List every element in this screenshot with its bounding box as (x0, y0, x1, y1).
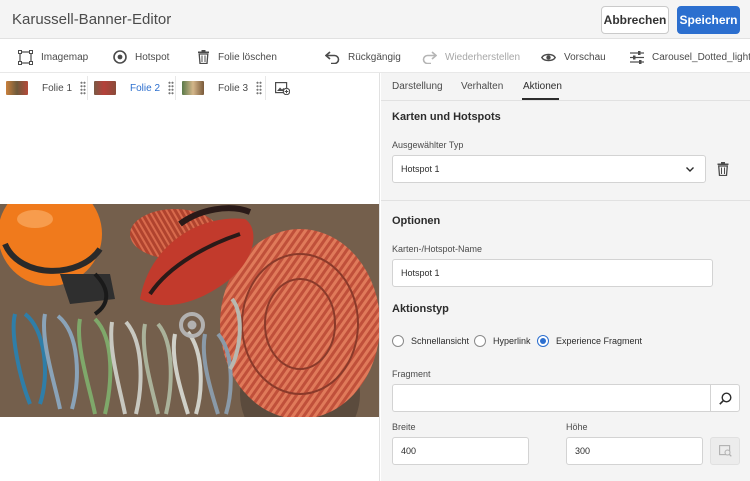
slide-thumbnail (182, 81, 204, 95)
radio-label: Hyperlink (493, 336, 531, 346)
hotspot-button[interactable]: Hotspot (113, 49, 169, 65)
imagemap-label: Imagemap (41, 51, 89, 63)
slide-image[interactable] (0, 204, 379, 417)
redo-icon (422, 50, 437, 64)
selected-type-value: Hotspot 1 (401, 164, 440, 174)
app-header: Karussell-Banner-Editor Abbrechen Speich… (0, 0, 750, 39)
radio-label: Experience Fragment (556, 336, 643, 346)
radio-schnellansicht[interactable]: Schnellansicht (392, 335, 469, 347)
radio-circle (392, 335, 404, 347)
climbing-gear-image (0, 204, 379, 417)
slide-thumbnail (94, 81, 116, 95)
search-icon (718, 391, 732, 405)
preview-label: Vorschau (564, 51, 606, 63)
eye-icon (541, 53, 556, 61)
fragment-input[interactable] (392, 384, 711, 412)
drag-handle-icon[interactable] (256, 81, 263, 95)
slide-divider (265, 76, 266, 100)
action-type-section-title: Aktionstyp (392, 303, 449, 315)
fragment-search-button[interactable] (710, 384, 740, 412)
cards-section-title: Karten und Hotspots (392, 111, 501, 123)
preview-button[interactable]: Vorschau (541, 49, 606, 65)
save-button[interactable]: Speichern (677, 6, 740, 34)
delete-hotspot-icon[interactable] (717, 162, 729, 176)
preset-button[interactable]: Carousel_Dotted_light (630, 49, 750, 65)
drag-handle-icon[interactable] (80, 81, 87, 95)
trash-icon (198, 50, 209, 64)
radio-experience-fragment[interactable]: Experience Fragment (537, 335, 642, 347)
redo-label: Wiederherstellen (445, 51, 521, 63)
canvas-area: Folie 1 Folie 2 Folie 3 (0, 73, 380, 481)
hotspot-name-input[interactable]: Hotspot 1 (392, 259, 713, 287)
preset-label: Carousel_Dotted_light (652, 51, 750, 63)
fragment-label: Fragment (392, 369, 431, 379)
slide-tab-3[interactable]: Folie 3 (182, 73, 263, 103)
redo-button[interactable]: Wiederherstellen (422, 49, 520, 65)
selected-type-label: Ausgewählter Typ (392, 140, 464, 150)
panel-tabs: Darstellung Verhalten Aktionen (381, 73, 750, 101)
imagemap-icon (18, 49, 33, 65)
section-divider (381, 200, 750, 201)
delete-slide-label: Folie löschen (218, 51, 277, 63)
toolbar: Imagemap Hotspot Folie löschen Rückgängi… (0, 40, 750, 73)
slide-label: Folie 2 (130, 82, 161, 94)
undo-button[interactable]: Rückgängig (325, 49, 401, 65)
slide-strip: Folie 1 Folie 2 Folie 3 (0, 73, 380, 103)
undo-label: Rückgängig (348, 51, 401, 63)
tab-aktionen[interactable]: Aktionen (523, 81, 562, 92)
options-section-title: Optionen (392, 215, 441, 227)
page-title: Karussell-Banner-Editor (12, 11, 172, 28)
hotspot-name-value: Hotspot 1 (401, 268, 440, 278)
sliders-icon (630, 50, 644, 64)
width-label: Breite (392, 422, 416, 432)
height-value: 300 (575, 446, 591, 456)
width-input[interactable]: 400 (392, 437, 529, 465)
hotspot-label: Hotspot (135, 51, 170, 63)
undo-icon (325, 50, 340, 64)
imagemap-button[interactable]: Imagemap (18, 49, 88, 65)
drag-handle-icon[interactable] (168, 81, 175, 95)
slide-tab-2[interactable]: Folie 2 (94, 73, 175, 103)
slide-divider (87, 76, 88, 100)
cancel-button[interactable]: Abbrechen (601, 6, 669, 34)
selected-type-select[interactable]: Hotspot 1 (392, 155, 706, 183)
tab-verhalten[interactable]: Verhalten (461, 81, 503, 92)
properties-panel: Darstellung Verhalten Aktionen Karten un… (381, 73, 750, 481)
delete-slide-button[interactable]: Folie löschen (197, 49, 277, 65)
height-input[interactable]: 300 (566, 437, 703, 465)
add-slide-icon[interactable] (275, 81, 290, 95)
slide-tab-1[interactable]: Folie 1 (6, 73, 87, 103)
slide-label: Folie 3 (218, 82, 249, 94)
width-value: 400 (401, 446, 417, 456)
radio-label: Schnellansicht (411, 336, 470, 346)
size-picker-button[interactable] (710, 437, 740, 465)
radio-hyperlink[interactable]: Hyperlink (474, 335, 531, 347)
height-label: Höhe (566, 422, 588, 432)
slide-divider (175, 76, 176, 100)
radio-circle-selected (537, 335, 549, 347)
tab-darstellung[interactable]: Darstellung (392, 81, 443, 92)
name-label: Karten-/Hotspot-Name (392, 244, 483, 254)
radio-circle (474, 335, 486, 347)
chevron-down-icon (686, 167, 694, 172)
slide-label: Folie 1 (42, 82, 73, 94)
hotspot-icon (113, 50, 127, 64)
preview-size-icon (718, 445, 732, 457)
slide-thumbnail (6, 81, 28, 95)
active-tab-indicator (522, 98, 559, 100)
